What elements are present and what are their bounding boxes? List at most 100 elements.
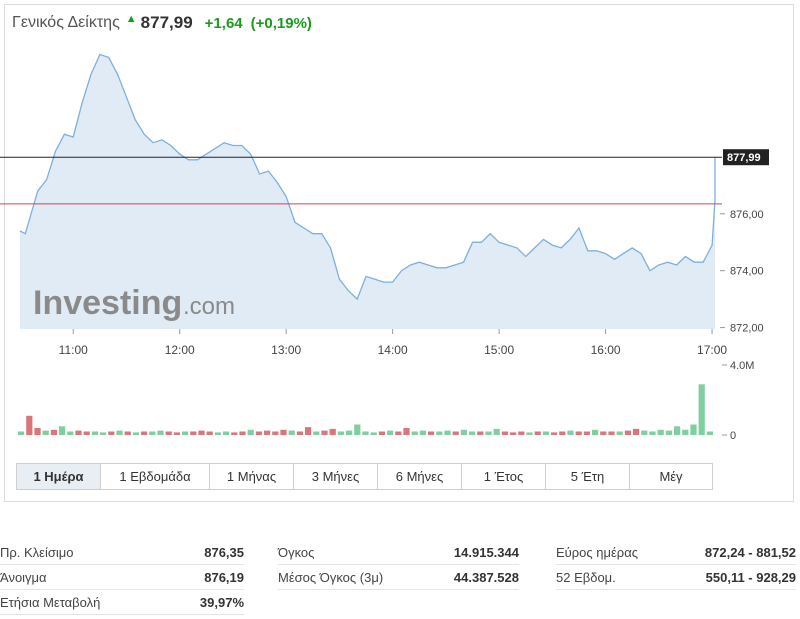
volume-bar (567, 430, 574, 435)
volume-bar (493, 428, 500, 435)
volume-bar (116, 430, 123, 435)
stats-col-2: Όγκος 14.915.344 Μέσος Όγκος (3μ) 44.387.52… (278, 540, 519, 590)
volume-bar (370, 432, 377, 435)
volume-bar (214, 432, 221, 435)
stat-row: Άνοιγμα 876,19 (0, 565, 244, 590)
volume-bar (674, 426, 681, 436)
range-tab[interactable]: 1 Έτος (462, 463, 546, 490)
volume-bar (469, 431, 476, 435)
volume-bar (510, 432, 517, 435)
volume-bar (559, 431, 566, 435)
volume-bar (264, 430, 271, 435)
volume-bar (329, 428, 336, 435)
volume-bar (26, 415, 33, 436)
stat-row: Ετήσια Μεταβολή 39,97% (0, 590, 244, 615)
range-tabs: 1 Ημέρα 1 Εβδομάδα 1 Μήνας 3 Μήνες 6 Μήνες 1 … (16, 463, 713, 490)
volume-bar (395, 431, 402, 435)
volume-bar (296, 431, 303, 435)
vol-max-label: 4.0M (730, 360, 754, 372)
volume-bar (91, 431, 98, 435)
range-tab[interactable]: 5 Έτη (546, 463, 630, 490)
stat-label: Ετήσια Μεταβολή (0, 594, 101, 610)
x-tick-label: 16:00 (591, 343, 621, 357)
stat-row: Μέσος Όγκος (3μ) 44.387.528 (278, 565, 519, 590)
x-tick-label: 11:00 (59, 343, 88, 357)
volume-bar (231, 432, 238, 435)
volume-bar (346, 430, 353, 435)
stat-label: 52 Εβδομ. (556, 569, 616, 585)
stat-row: 52 Εβδομ. 550,11 - 928,29 (556, 565, 796, 590)
volume-bar (173, 432, 180, 435)
volume-bar (657, 429, 664, 436)
range-tab[interactable]: Μέγ (630, 463, 713, 490)
price-chart[interactable]: 872,00 874,00 876,00 11:00 12:00 13:00 14:00 1… (0, 0, 800, 460)
volume-bar (108, 431, 115, 435)
last-price-label: 877,99 (727, 152, 761, 164)
volume-bar (411, 431, 418, 435)
volume-bar (378, 431, 385, 435)
stat-label: Άνοιγμα (0, 569, 47, 585)
volume-bar (157, 430, 164, 435)
x-tick-label: 14:00 (378, 343, 408, 357)
volume-bar (682, 429, 689, 436)
x-tick-label: 12:00 (165, 343, 195, 357)
volume-bar (42, 430, 49, 435)
volume-bar (518, 431, 525, 435)
volume-bar (223, 431, 230, 435)
volume-bar (608, 431, 615, 435)
volume-bar (665, 430, 672, 435)
volume-bar (534, 431, 541, 435)
range-tab[interactable]: 1 Εβδομάδα (101, 463, 210, 490)
stats-col-1: Πρ. Κλείσιμο 876,35 Άνοιγμα 876,19 Ετήσια Με… (0, 540, 244, 615)
volume-bar (59, 426, 66, 436)
volume-bar (641, 430, 648, 435)
volume-bar (149, 431, 156, 435)
x-tick-label: 17:00 (697, 343, 727, 357)
volume-bar (452, 431, 459, 435)
volume-bar (50, 429, 57, 436)
volume-bar (387, 430, 394, 435)
volume-bar (313, 431, 320, 435)
y-tick-label: 874,00 (730, 266, 764, 278)
volume-bar (132, 432, 139, 435)
volume-bar (141, 431, 148, 435)
volume-bar (477, 431, 484, 435)
volume-bar (124, 431, 131, 435)
volume-bar (337, 431, 344, 435)
volume-bar (690, 424, 697, 435)
stat-label: Όγκος (278, 544, 315, 560)
volume-bar (206, 431, 213, 435)
stat-value: 872,24 - 881,52 (704, 544, 796, 560)
volume-bar (436, 431, 443, 435)
volume-bar (706, 431, 713, 435)
x-tick-label: 15:00 (484, 343, 514, 357)
volume-bar (354, 424, 361, 435)
stat-row: Πρ. Κλείσιμο 876,35 (0, 540, 244, 565)
volume-bar (34, 428, 41, 435)
x-tick-label: 13:00 (271, 343, 301, 357)
range-tab[interactable]: 6 Μήνες (378, 463, 462, 490)
y-tick-label: 872,00 (730, 323, 764, 335)
volume-bar (444, 430, 451, 435)
volume-bar (190, 431, 197, 435)
volume-bar (501, 431, 508, 435)
stat-value: 876,19 (204, 569, 244, 585)
volume-bar (551, 432, 558, 435)
stat-row: Εύρος ημέρας 872,24 - 881,52 (556, 540, 796, 565)
stat-value: 876,35 (204, 544, 244, 560)
volume-bar (460, 429, 467, 436)
range-tab[interactable]: 1 Ημέρα (16, 463, 101, 490)
volume-bar (255, 431, 262, 435)
volume-bar (165, 431, 172, 435)
volume-bar (247, 429, 254, 436)
volume-bar (272, 431, 279, 435)
range-tab[interactable]: 1 Μήνας (210, 463, 294, 490)
volume-bar (428, 431, 435, 435)
volume-bar (526, 432, 533, 435)
volume-bar (616, 431, 623, 435)
range-tab[interactable]: 3 Μήνες (294, 463, 378, 490)
volume-bar (542, 431, 549, 435)
volume-bar (698, 384, 705, 436)
volume-bar (321, 430, 328, 435)
watermark-suffix: .com (183, 293, 235, 320)
